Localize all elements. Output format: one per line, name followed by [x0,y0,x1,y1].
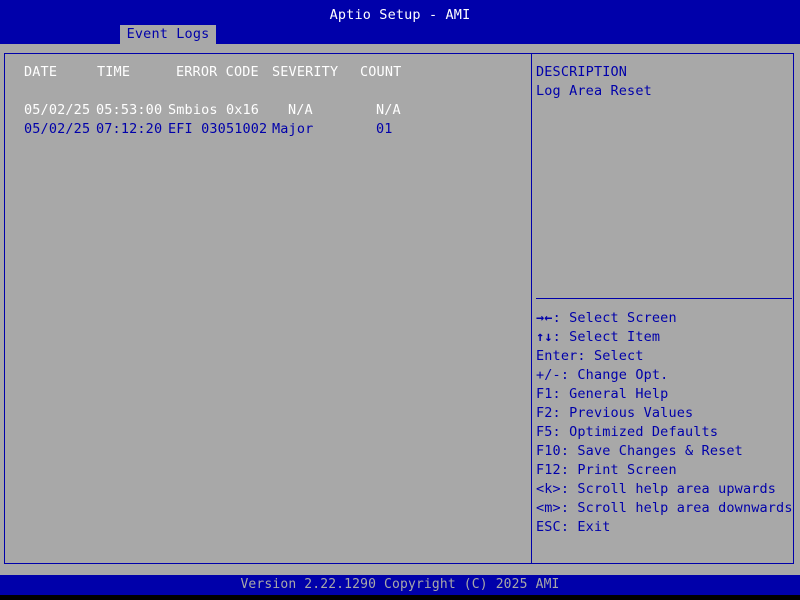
cell-date: 05/02/25 [24,102,91,118]
tab-event-logs[interactable]: Event Logs [120,25,216,44]
help-item-label: : Select Screen [552,310,677,326]
up-down-arrows-icon: ↑↓ [536,329,553,345]
help-item: <k>: Scroll help area upwards [536,481,777,497]
cell-time: 07:12:20 [96,121,163,137]
main-panel: DATE TIME ERROR CODE SEVERITY COUNT 05/0… [0,44,800,575]
column-header-error-code: ERROR CODE [176,64,259,80]
cell-count: 01 [376,121,393,137]
description-text: Log Area Reset [536,83,652,99]
app-title: Aptio Setup - AMI [329,7,471,23]
help-item-label: : Select Item [552,329,661,345]
cell-date: 05/02/25 [24,121,91,137]
column-header-date: DATE [24,64,58,80]
help-item: ↑↓: Select Item [536,328,660,347]
help-item: F5: Optimized Defaults [536,424,719,440]
cell-error-code: Smbios 0x16 [168,102,260,118]
version-footer: Version 2.22.1290 Copyright (C) 2025 AMI [0,575,800,595]
help-item: <m>: Scroll help area downwards [536,500,793,516]
column-header-time: TIME [97,64,131,80]
help-item: ESC: Exit [536,519,611,535]
cell-severity: Major [272,121,314,137]
description-heading: DESCRIPTION [536,64,628,80]
help-item: F12: Print Screen [536,462,677,478]
left-right-arrows-icon: →← [536,310,553,326]
help-item: Enter: Select [536,348,644,364]
help-item: →←: Select Screen [536,309,677,328]
cell-error-code: EFI 03051002 [168,121,268,137]
column-header-count: COUNT [360,64,402,80]
help-item: F10: Save Changes & Reset [536,443,743,459]
help-item: F1: General Help [536,386,669,402]
column-header-severity: SEVERITY [272,64,339,80]
title-bar: Aptio Setup - AMI Event Logs [0,0,800,44]
help-divider [536,298,792,299]
cell-count: N/A [376,102,401,118]
cell-severity: N/A [288,102,313,118]
panel-divider [531,53,532,564]
help-item: +/-: Change Opt. [536,367,669,383]
cell-time: 05:53:00 [96,102,163,118]
help-item: F2: Previous Values [536,405,694,421]
